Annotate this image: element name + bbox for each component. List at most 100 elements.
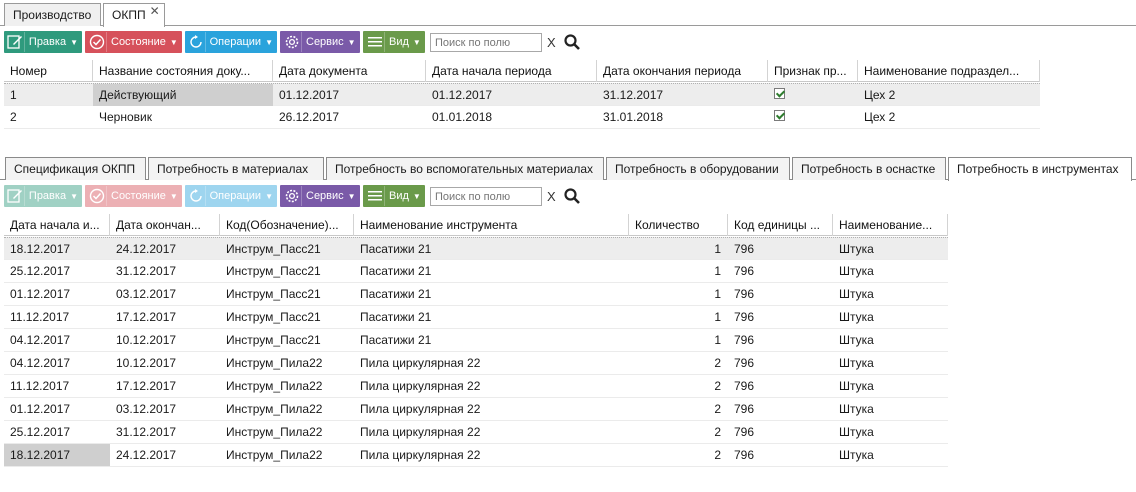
table-row[interactable]: 04.12.2017 10.12.2017 Инструм_Пасс21 Пасати…: [4, 329, 948, 352]
cell-quantity: 2: [714, 402, 721, 416]
search-icon[interactable]: [563, 33, 581, 51]
cell-unit-name: Штука: [839, 425, 874, 439]
cell-quantity: 1: [714, 333, 721, 347]
pencil-icon: [6, 32, 25, 52]
cell-start-date: 25.12.2017: [10, 425, 71, 439]
col-instrument-name[interactable]: Наименование инструмента: [354, 214, 629, 236]
check-circle-icon: [87, 186, 107, 206]
cell-end-date: 17.12.2017: [116, 310, 177, 324]
edit-button[interactable]: Правка ▼: [4, 31, 82, 53]
cell-code: Инструм_Пила22: [226, 379, 323, 393]
table-row[interactable]: 18.12.2017 24.12.2017 Инструм_Пила22 Пила ц…: [4, 444, 948, 467]
close-icon[interactable]: ✕: [150, 4, 160, 18]
cell-number: 1: [10, 88, 17, 102]
col-number[interactable]: Номер: [4, 60, 93, 82]
service-button[interactable]: Сервис ▼: [280, 185, 360, 207]
cell-start-date: 11.12.2017: [10, 310, 70, 324]
checkbox[interactable]: [774, 110, 785, 121]
tab-equipment[interactable]: Потребность в оборудовании: [606, 157, 790, 180]
cell-end-date: 24.12.2017: [116, 242, 177, 256]
table-row[interactable]: 1 Действующий 01.12.2017 01.12.2017 31.1…: [4, 83, 1040, 106]
cell-period-start: 01.01.2018: [432, 110, 493, 124]
instruments-grid-header: Дата начала и... Дата окончан... Код(Обо…: [4, 214, 948, 236]
state-label: Состояние: [111, 36, 166, 48]
cell-unit-code: 796: [734, 379, 755, 393]
cell-unit-code: 796: [734, 242, 755, 256]
view-button[interactable]: Вид ▼: [363, 31, 425, 53]
col-end-date[interactable]: Дата окончан...: [110, 214, 220, 236]
col-code[interactable]: Код(Обозначение)...: [220, 214, 354, 236]
cell-code: Инструм_Пасс21: [226, 242, 321, 256]
table-row[interactable]: 01.12.2017 03.12.2017 Инструм_Пила22 Пила ц…: [4, 398, 948, 421]
cell-start-date: 04.12.2017: [10, 356, 71, 370]
tab-tooling[interactable]: Потребность в оснастке: [792, 157, 946, 180]
cell-instrument-name: Пила циркулярная 22: [360, 448, 481, 462]
table-row[interactable]: 2 Черновик 26.12.2017 01.01.2018 31.01.2…: [4, 106, 1040, 129]
table-row[interactable]: 25.12.2017 31.12.2017 Инструм_Пила22 Пила ц…: [4, 421, 948, 444]
cell-start-date: 04.12.2017: [10, 333, 71, 347]
cell-quantity: 1: [714, 242, 721, 256]
cell-instrument-name: Пасатижи 21: [360, 310, 432, 324]
clear-search-button[interactable]: X: [547, 35, 556, 50]
cell-start-date: 11.12.2017: [10, 379, 70, 393]
cell-instrument-name: Пила циркулярная 22: [360, 379, 481, 393]
tab-production[interactable]: Производство: [4, 3, 101, 26]
cell-instrument-name: Пила циркулярная 22: [360, 402, 481, 416]
table-row[interactable]: 25.12.2017 31.12.2017 Инструм_Пасс21 Пасати…: [4, 260, 948, 283]
cell-end-date: 03.12.2017: [116, 402, 177, 416]
state-button[interactable]: Состояние ▼: [85, 185, 182, 207]
cell-unit-name: Штука: [839, 264, 874, 278]
gear-icon: [282, 32, 302, 52]
col-doc-date[interactable]: Дата документа: [273, 60, 426, 82]
cell-instrument-name: Пасатижи 21: [360, 264, 432, 278]
cell-end-date: 10.12.2017: [116, 333, 177, 347]
cell-end-date: 03.12.2017: [116, 287, 177, 301]
top-tab-bar: Производство ОКПП ✕: [0, 0, 1136, 27]
col-dept[interactable]: Наименование подраздел...: [858, 60, 1040, 82]
cell-instrument-name: Пасатижи 21: [360, 333, 432, 347]
tab-materials[interactable]: Потребность в материалах: [148, 157, 324, 180]
operations-button[interactable]: Операции ▼: [185, 31, 277, 53]
cell-code: Инструм_Пасс21: [226, 264, 321, 278]
col-state-name[interactable]: Название состояния доку...: [93, 60, 273, 82]
table-row[interactable]: 04.12.2017 10.12.2017 Инструм_Пила22 Пила ц…: [4, 352, 948, 375]
search-icon[interactable]: [563, 187, 581, 205]
col-start-date[interactable]: Дата начала и...: [4, 214, 110, 236]
cell-flag: [768, 106, 858, 128]
table-row[interactable]: 11.12.2017 17.12.2017 Инструм_Пила22 Пила ц…: [4, 375, 948, 398]
col-period-end[interactable]: Дата окончания периода: [597, 60, 768, 82]
table-row[interactable]: 01.12.2017 03.12.2017 Инструм_Пасс21 Пасати…: [4, 283, 948, 306]
tab-instruments[interactable]: Потребность в инструментах: [948, 157, 1132, 181]
cell-instrument-name: Пасатижи 21: [360, 287, 432, 301]
cell-quantity: 2: [714, 356, 721, 370]
operations-button[interactable]: Операции ▼: [185, 185, 277, 207]
edit-button[interactable]: Правка ▼: [4, 185, 82, 207]
cell-start-date: 01.12.2017: [10, 287, 71, 301]
tab-okpp[interactable]: ОКПП ✕: [103, 3, 165, 27]
state-button[interactable]: Состояние ▼: [85, 31, 182, 53]
search-input[interactable]: [430, 187, 542, 206]
cell-unit-name: Штука: [839, 287, 874, 301]
col-unit-code[interactable]: Код единицы ...: [728, 214, 833, 236]
cell-doc-date: 26.12.2017: [279, 110, 340, 124]
cell-quantity: 2: [714, 379, 721, 393]
cell-quantity: 1: [714, 264, 721, 278]
cell-code: Инструм_Пила22: [226, 425, 323, 439]
clear-search-button[interactable]: X: [547, 189, 556, 204]
chevron-down-icon: ▼: [412, 191, 421, 201]
search-input[interactable]: [430, 33, 542, 52]
operations-label: Операции: [209, 190, 262, 202]
checkbox[interactable]: [774, 88, 785, 99]
view-button[interactable]: Вид ▼: [363, 185, 425, 207]
table-row[interactable]: 18.12.2017 24.12.2017 Инструм_Пасс21 Пасати…: [4, 237, 948, 260]
col-period-start[interactable]: Дата начала периода: [426, 60, 597, 82]
col-quantity[interactable]: Количество: [629, 214, 728, 236]
col-flag[interactable]: Признак пр...: [768, 60, 858, 82]
tab-aux-materials[interactable]: Потребность во вспомогательных материала…: [326, 157, 604, 180]
list-icon: [365, 186, 385, 206]
tab-okpp-spec[interactable]: Спецификация ОКПП: [5, 157, 146, 180]
table-row[interactable]: 11.12.2017 17.12.2017 Инструм_Пасс21 Пасати…: [4, 306, 948, 329]
refresh-icon: [187, 186, 206, 206]
service-button[interactable]: Сервис ▼: [280, 31, 360, 53]
col-unit-name[interactable]: Наименование...: [833, 214, 948, 236]
